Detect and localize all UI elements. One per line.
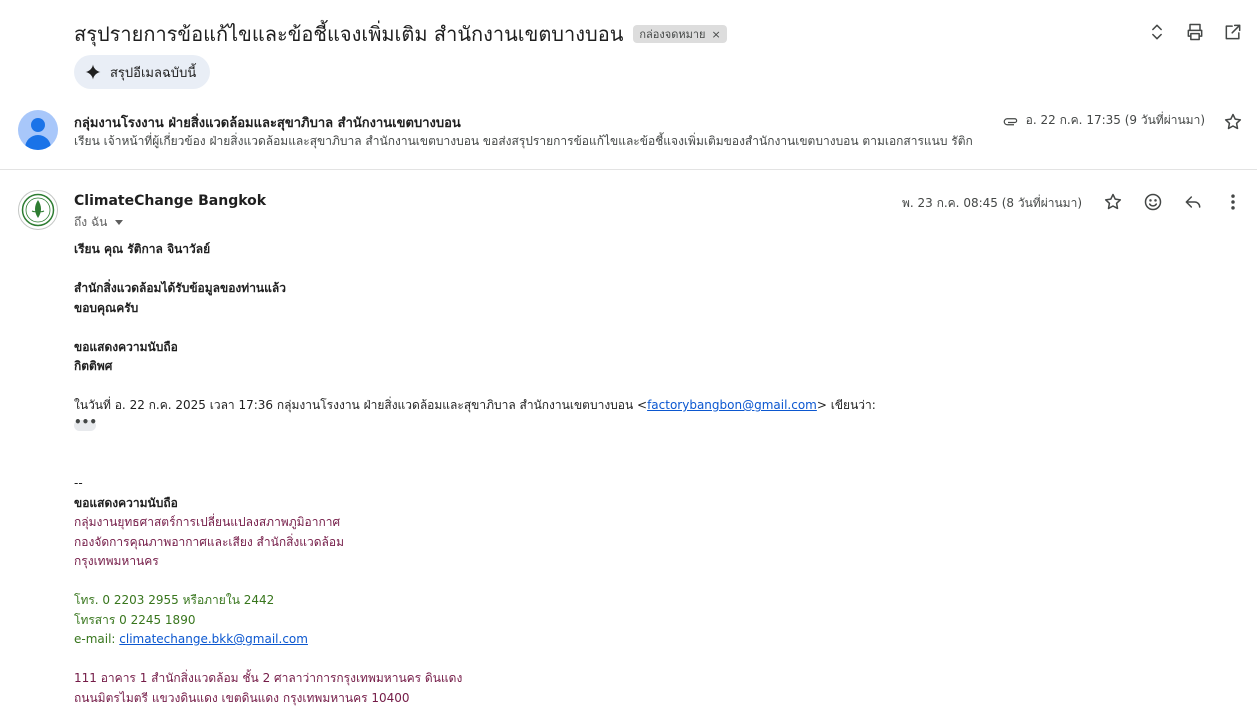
quote-header: ในวันที่ อ. 22 ก.ค. 2025 เวลา 17:36 กลุ่… xyxy=(74,396,1174,416)
signature-email-link[interactable]: climatechange.bkk@gmail.com xyxy=(119,632,308,646)
message-date: พ. 23 ก.ค. 08:45 (8 วันที่ผ่านมา) xyxy=(901,196,1082,210)
avatar xyxy=(18,190,58,230)
message-actions xyxy=(1101,190,1245,214)
closing-line: ขอแสดงความนับถือ xyxy=(74,339,178,354)
show-trimmed-content-button[interactable]: ••• xyxy=(74,416,97,431)
reply-icon[interactable] xyxy=(1181,190,1205,214)
signature-phone: โทร. 0 2203 2955 หรือภายใน 2442 xyxy=(74,593,275,607)
collapsed-snippet: เรียน เจ้าหน้าที่ผู้เกี่ยวข้อง ฝ่ายสิ่งแ… xyxy=(74,134,973,148)
attachment-icon xyxy=(1003,117,1017,125)
quote-email-link[interactable]: factorybangbon@gmail.com xyxy=(647,398,817,412)
emoji-icon[interactable] xyxy=(1141,190,1165,214)
bangkok-seal-icon xyxy=(21,193,55,227)
body-line: ขอบคุณครับ xyxy=(74,300,139,315)
signature-email-line: e-mail: climatechange.bkk@gmail.com xyxy=(74,630,1174,650)
summarize-label: สรุปอีเมลฉบับนี้ xyxy=(110,65,197,81)
signature-org: กลุ่มงานยุทธศาสตร์การเปลี่ยนแปลงสภาพภูมิ… xyxy=(74,515,341,529)
quote-suffix: > เขียนว่า: xyxy=(816,398,876,412)
recipient-label: ถึง ฉัน xyxy=(74,215,108,229)
signature-separator: -- xyxy=(74,476,83,490)
signature-address: 111 อาคาร 1 สำนักสิ่งแวดล้อม ชั้น 2 ศาลา… xyxy=(74,671,463,685)
chevron-down-icon xyxy=(115,220,124,225)
open-new-window-icon[interactable] xyxy=(1221,20,1245,44)
signature-regards: ขอแสดงความนับถือ xyxy=(74,495,178,510)
expand-collapse-icon[interactable] xyxy=(1145,20,1169,44)
quote-prefix: ในวันที่ อ. 22 ก.ค. 2025 เวลา 17:36 กลุ่… xyxy=(74,398,648,412)
closing-name: กิตติพศ xyxy=(74,359,113,373)
collapsed-meta: อ. 22 ก.ค. 17:35 (9 วันที่ผ่านมา) xyxy=(1002,111,1205,130)
body-line: สำนักสิ่งแวดล้อมได้รับข้อมูลของท่านแล้ว xyxy=(74,281,286,295)
remove-label-icon[interactable]: × xyxy=(711,28,720,41)
greeting: เรียน คุณ รัติกาล จินาวัลย์ xyxy=(74,242,211,256)
signature-org: กองจัดการคุณภาพอากาศและเสียง สำนักสิ่งแว… xyxy=(74,534,345,549)
avatar xyxy=(18,110,58,150)
collapsed-sender: กลุ่มงานโรงงาน ฝ่ายสิ่งแวดล้อมและสุขาภิบ… xyxy=(74,116,461,131)
star-icon[interactable] xyxy=(1221,110,1245,134)
recipient-dropdown[interactable]: ถึง ฉัน xyxy=(74,213,124,232)
inbox-label-chip[interactable]: กล่องจดหมาย × xyxy=(633,25,727,43)
signature-fax: โทรสาร 0 2245 1890 xyxy=(74,612,196,627)
summarize-email-button[interactable]: สรุปอีเมลฉบับนี้ xyxy=(74,55,211,89)
label-text: กล่องจดหมาย xyxy=(639,28,706,41)
sparkle-icon xyxy=(85,64,101,80)
sender-name: ClimateChange Bangkok xyxy=(74,193,267,209)
message-body: เรียน คุณ รัติกาล จินาวัลย์ สำนักสิ่งแวด… xyxy=(74,240,1174,708)
more-vert-icon[interactable] xyxy=(1221,190,1245,214)
print-icon[interactable] xyxy=(1183,20,1207,44)
subject-row: สรุปรายการข้อแก้ไขและข้อชี้แจงเพิ่มเติม … xyxy=(74,18,727,50)
signature-org: กรุงเทพมหานคร xyxy=(74,554,159,568)
star-icon[interactable] xyxy=(1101,190,1125,214)
collapsed-date: อ. 22 ก.ค. 17:35 (9 วันที่ผ่านมา) xyxy=(1025,113,1205,127)
thread-subject: สรุปรายการข้อแก้ไขและข้อชี้แจงเพิ่มเติม … xyxy=(74,22,624,46)
signature-email-label: e-mail: xyxy=(74,632,120,646)
thread-actions xyxy=(1145,20,1245,44)
collapsed-message[interactable]: กลุ่มงานโรงงาน ฝ่ายสิ่งแวดล้อมและสุขาภิบ… xyxy=(0,100,1257,170)
signature-address: ถนนมิตรไมตรี แขวงดินแดง เขตดินแดง กรุงเท… xyxy=(74,690,410,705)
